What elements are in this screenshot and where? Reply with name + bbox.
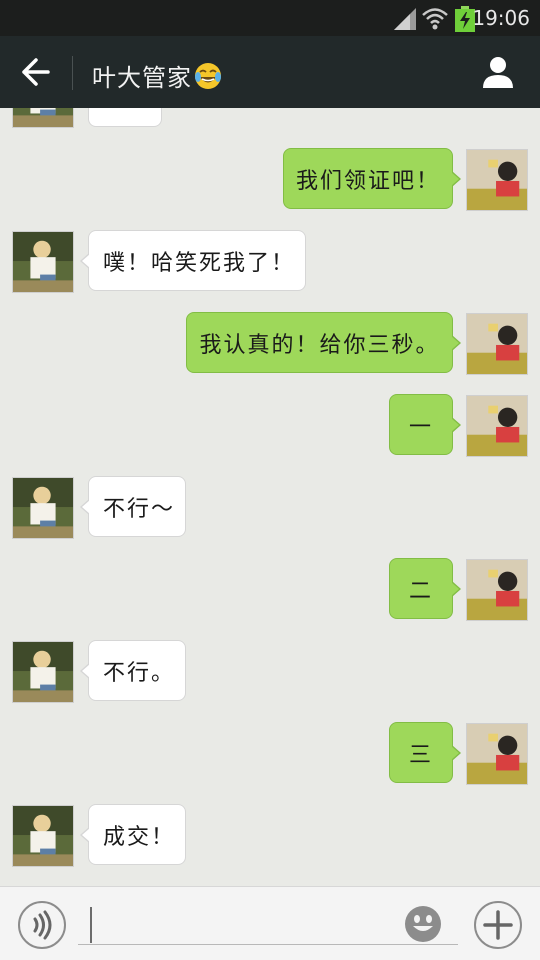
contact-avatar[interactable] <box>12 805 74 867</box>
plus-icon <box>483 910 513 940</box>
my-avatar[interactable] <box>466 313 528 375</box>
message-text: 三 <box>408 742 433 768</box>
voice-icon <box>33 910 52 940</box>
message-text: 我认真的！给你三秒。 <box>199 332 440 358</box>
input-bar <box>0 886 540 960</box>
message-text: 噗！哈笑死我了！ <box>103 250 296 276</box>
chat-title: 叶大管家 <box>92 58 222 93</box>
back-arrow-icon[interactable] <box>14 54 54 90</box>
wifi-icon <box>422 8 448 30</box>
message-bubble[interactable] <box>88 108 162 127</box>
chat-messages[interactable]: 我们领证吧！ 噗！哈笑死我了！ 我认真的！给你三秒。 一 不行～ 二 不行。 三… <box>0 108 540 886</box>
my-avatar-image <box>467 560 527 620</box>
message-bubble[interactable]: 不行。 <box>80 640 186 701</box>
my-avatar-image <box>467 396 527 456</box>
my-avatar-image <box>467 724 527 784</box>
voice-button[interactable] <box>18 901 66 949</box>
message-bubble[interactable]: 二 <box>389 558 461 619</box>
message-bubble[interactable]: 噗！哈笑死我了！ <box>80 230 306 291</box>
message-bubble[interactable]: 三 <box>389 722 461 783</box>
status-time: 19:06 <box>472 6 530 30</box>
text-cursor <box>90 907 92 943</box>
message-text: 我们领证吧！ <box>296 168 441 194</box>
my-avatar[interactable] <box>466 149 528 211</box>
message-bubble[interactable]: 不行～ <box>80 476 186 537</box>
header-divider <box>72 56 73 90</box>
message-text: 成交！ <box>103 824 176 850</box>
my-avatar-image <box>467 150 527 210</box>
contact-avatar[interactable] <box>12 231 74 293</box>
message-bubble[interactable]: 一 <box>389 394 461 455</box>
message-text: 一 <box>408 414 433 440</box>
signal-icon <box>394 8 416 30</box>
smiley-icon[interactable] <box>403 904 443 944</box>
message-bubble[interactable]: 我们领证吧！ <box>283 148 461 209</box>
contact-avatar-image <box>13 478 73 538</box>
my-avatar[interactable] <box>466 395 528 457</box>
chat-title-text: 叶大管家 <box>92 64 192 92</box>
my-avatar[interactable] <box>466 559 528 621</box>
message-text: 不行。 <box>103 660 176 686</box>
contact-avatar-image <box>13 642 73 702</box>
contact-avatar[interactable] <box>12 108 74 128</box>
contact-avatar[interactable] <box>12 641 74 703</box>
message-input[interactable] <box>78 905 458 945</box>
message-text: 不行～ <box>103 496 176 522</box>
message-bubble[interactable]: 成交！ <box>80 804 186 865</box>
status-bar: 19:06 <box>0 0 540 36</box>
plus-button[interactable] <box>474 901 522 949</box>
my-avatar-image <box>467 314 527 374</box>
chat-header: 叶大管家 <box>0 36 540 108</box>
contact-avatar-image <box>13 232 73 292</box>
contact-avatar[interactable] <box>12 477 74 539</box>
person-icon[interactable] <box>478 54 518 90</box>
contact-avatar-image <box>13 806 73 866</box>
my-avatar[interactable] <box>466 723 528 785</box>
message-text: 二 <box>408 578 433 604</box>
contact-avatar-image <box>13 108 73 127</box>
face-with-tears-of-joy-icon <box>195 63 221 89</box>
message-bubble[interactable]: 我认真的！给你三秒。 <box>186 312 461 373</box>
